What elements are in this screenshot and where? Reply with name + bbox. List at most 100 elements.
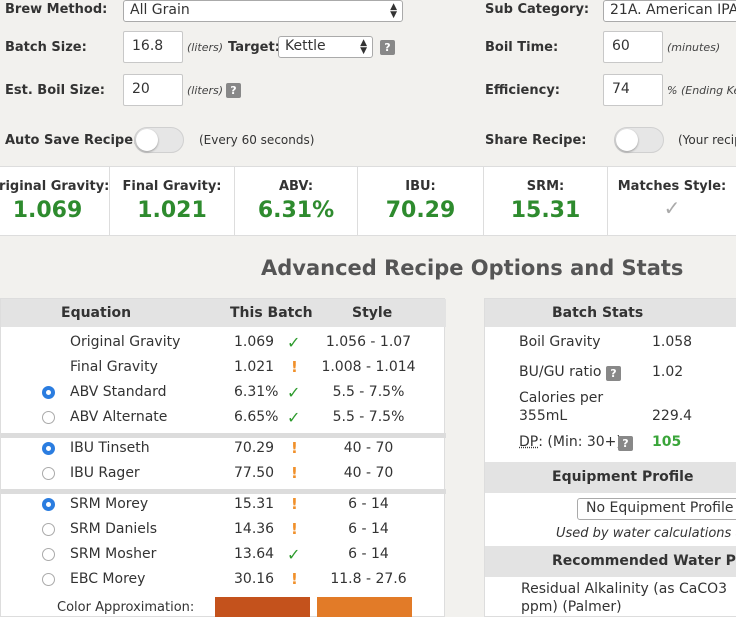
calories-value: 229.4 <box>652 408 693 424</box>
col-style: Style <box>352 305 393 321</box>
equation-radio[interactable] <box>42 498 55 511</box>
warning-icon: ! <box>291 570 298 588</box>
color-approximation-label: Color Approximation: <box>57 600 195 615</box>
batch-value: 1.069 <box>234 334 275 350</box>
est-boil-size-unit: (liters) <box>187 84 224 97</box>
sub-category-label: Sub Category: <box>485 2 590 17</box>
est-boil-size-label: Est. Boil Size: <box>5 83 105 98</box>
stat-title: SRM: <box>526 179 565 194</box>
stat-value: 70.29 <box>385 198 456 223</box>
est-boil-size-input[interactable]: 20 <box>123 74 183 106</box>
equation-name: ABV Standard <box>70 384 167 400</box>
calories-label-line2: 355mL <box>519 408 568 424</box>
boil-gravity-value: 1.058 <box>652 334 693 350</box>
target-label: Target: <box>228 40 280 55</box>
equation-radio[interactable] <box>42 467 55 480</box>
equation-radio[interactable] <box>42 548 55 561</box>
toggle-knob <box>616 129 638 151</box>
style-range: 1.056 - 1.07 <box>325 334 412 350</box>
auto-save-toggle[interactable] <box>134 127 184 153</box>
equation-radio[interactable] <box>42 523 55 536</box>
calories-label-line1: Calories per <box>519 390 604 406</box>
batch-color-swatch <box>215 597 310 617</box>
stat-abv: ABV: 6.31% <box>235 167 358 235</box>
boil-time-label: Boil Time: <box>485 40 559 55</box>
style-range: 11.8 - 27.6 <box>330 571 407 587</box>
help-icon[interactable]: ? <box>606 366 621 381</box>
batch-value: 13.64 <box>234 546 275 562</box>
batch-size-unit: (liters) <box>187 41 224 54</box>
boil-time-input[interactable]: 60 <box>603 31 663 63</box>
efficiency-unit: % (Ending Ket <box>667 84 736 97</box>
help-icon[interactable]: ? <box>380 40 395 55</box>
equation-name: EBC Morey <box>70 571 146 587</box>
toggle-knob <box>136 129 158 151</box>
warning-icon: ! <box>291 464 298 482</box>
share-recipe-toggle[interactable] <box>614 127 664 153</box>
equation-radio[interactable] <box>42 386 55 399</box>
equation-radio[interactable] <box>42 411 55 424</box>
warning-icon: ! <box>291 358 298 376</box>
equation-name: Final Gravity <box>70 359 158 375</box>
equation-name: SRM Daniels <box>70 521 158 537</box>
warning-icon: ! <box>291 520 298 538</box>
equation-name: SRM Morey <box>70 496 149 512</box>
stat-value: 15.31 <box>510 198 581 223</box>
efficiency-label: Efficiency: <box>485 83 560 98</box>
sub-category-select[interactable]: 21A. American IPA <box>603 0 736 22</box>
equation-row: Final Gravity 1.021! 1.008 - 1.014 <box>1 355 446 380</box>
stat-matches-style: Matches Style: ✓ <box>608 167 736 235</box>
equation-row: EBC Morey 30.16! 11.8 - 27.6 <box>1 567 446 592</box>
checkmark-icon: ✓ <box>663 196 681 220</box>
stat-title: Final Gravity: <box>122 179 222 194</box>
dp-label: DP: (Min: 30+) <box>519 434 622 450</box>
stat-final-gravity: Final Gravity: 1.021 <box>110 167 235 235</box>
stat-value: 6.31% <box>257 198 335 223</box>
batch-value: 30.16 <box>234 571 275 587</box>
boil-time-unit: (minutes) <box>667 41 721 54</box>
style-range: 6 - 14 <box>348 521 389 537</box>
style-range: 5.5 - 7.5% <box>332 409 405 425</box>
brew-method-value: All Grain <box>130 2 190 18</box>
equation-table-header: Equation This Batch Style <box>1 299 446 327</box>
warning-icon: ! <box>291 439 298 457</box>
boil-gravity-label: Boil Gravity <box>519 334 601 350</box>
brew-method-select[interactable]: All Grain ▲ ▼ <box>123 0 403 22</box>
select-arrows-icon: ▲ ▼ <box>360 38 367 56</box>
col-this-batch: This Batch <box>230 305 313 321</box>
equation-row: SRM Daniels 14.36! 6 - 14 <box>1 517 446 542</box>
target-select[interactable]: Kettle ▲ ▼ <box>278 36 373 58</box>
equipment-profile-header: Equipment Profile <box>485 462 736 493</box>
equation-panel: Equation This Batch Style Original Gravi… <box>0 298 446 617</box>
brew-method-label: Brew Method: <box>5 2 108 17</box>
stat-title: Original Gravity: <box>0 179 110 194</box>
stat-original-gravity: Original Gravity: 1.069 <box>0 167 110 235</box>
help-icon[interactable]: ? <box>618 436 633 451</box>
equation-row: IBU Tinseth 70.29! 40 - 70 <box>1 436 446 461</box>
equation-name: SRM Mosher <box>70 546 157 562</box>
stat-ibu: IBU: 70.29 <box>358 167 484 235</box>
share-recipe-label: Share Recipe: <box>485 133 587 148</box>
equation-radio[interactable] <box>42 573 55 586</box>
bugu-ratio-value: 1.02 <box>652 364 684 380</box>
style-range: 40 - 70 <box>343 465 394 481</box>
batch-value: 14.36 <box>234 521 275 537</box>
equation-row: SRM Morey 15.31! 6 - 14 <box>1 492 446 517</box>
stat-title: Matches Style: <box>617 179 727 194</box>
equation-name: ABV Alternate <box>70 409 168 425</box>
residual-alkalinity-label-2: ppm) (Palmer) <box>521 599 622 615</box>
help-icon[interactable]: ? <box>226 83 241 98</box>
dp-abbr: DP <box>519 434 539 450</box>
sub-category-value: 21A. American IPA <box>610 2 736 18</box>
stat-value: 1.069 <box>12 198 83 223</box>
batch-value: 15.31 <box>234 496 275 512</box>
advanced-heading: Advanced Recipe Options and Stats <box>261 256 684 280</box>
efficiency-input[interactable]: 74 <box>603 74 663 106</box>
stat-title: ABV: <box>278 179 314 194</box>
batch-size-input[interactable]: 16.8 <box>123 31 183 63</box>
equation-row: SRM Mosher 13.64 ✓ 6 - 14 <box>1 542 446 567</box>
stats-bar: Original Gravity: 1.069 Final Gravity: 1… <box>0 166 736 236</box>
equation-radio[interactable] <box>42 442 55 455</box>
col-equation: Equation <box>61 305 132 321</box>
equipment-profile-select[interactable]: No Equipment Profile S <box>577 498 736 520</box>
